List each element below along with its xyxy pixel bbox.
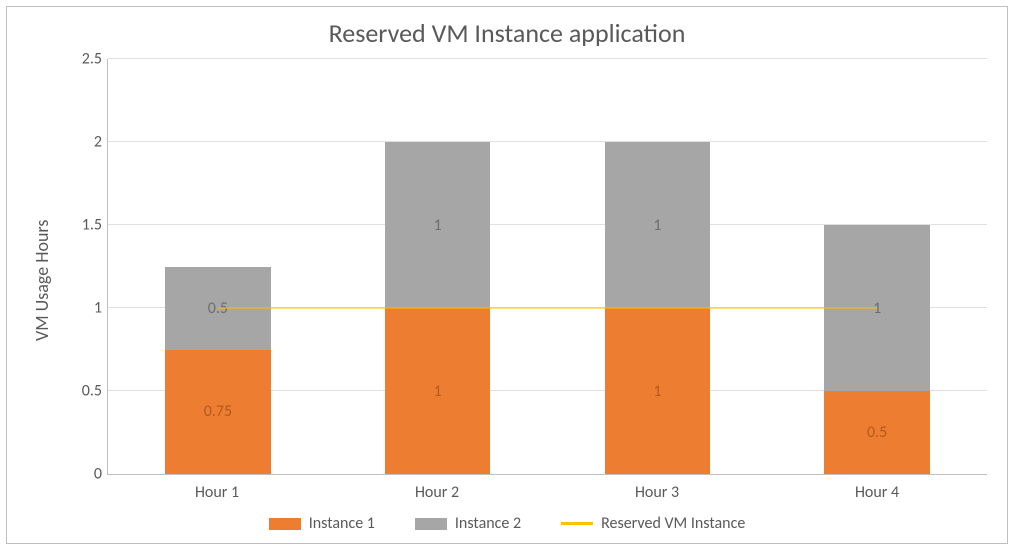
ytick: 1 <box>94 299 102 318</box>
xtick: Hour 3 <box>604 483 710 502</box>
bar-hour-4: 1 0.5 <box>824 59 929 474</box>
data-label: 0.5 <box>208 299 228 318</box>
data-label: 1 <box>434 216 442 235</box>
bar-seg-instance-1: 0.5 <box>824 391 929 474</box>
legend-line-icon <box>561 522 593 525</box>
data-label: 1 <box>434 382 442 401</box>
chart-title: Reserved VM Instance application <box>27 17 987 49</box>
data-label: 0.5 <box>867 423 887 442</box>
legend-swatch <box>415 518 447 530</box>
x-axis: Hour 1 Hour 2 Hour 3 Hour 4 <box>107 475 987 502</box>
bar-hour-2: 1 1 <box>385 59 490 474</box>
xtick: Hour 4 <box>824 483 930 502</box>
legend-label: Reserved VM Instance <box>601 514 745 533</box>
ytick: 2 <box>94 133 102 152</box>
legend-label: Instance 1 <box>309 514 375 533</box>
plot-row: VM Usage Hours 0 0.5 1 1.5 2 2.5 <box>27 59 987 502</box>
bar-seg-instance-1: 0.75 <box>165 350 270 475</box>
legend: Instance 1 Instance 2 Reserved VM Instan… <box>27 502 987 533</box>
ytick: 0 <box>94 465 102 484</box>
ytick: 0.5 <box>82 382 102 401</box>
y-axis-label: VM Usage Hours <box>27 59 57 502</box>
legend-label: Instance 2 <box>455 514 521 533</box>
chart-frame: Reserved VM Instance application VM Usag… <box>6 6 1008 544</box>
bar-hour-1: 0.5 0.75 <box>165 59 270 474</box>
plot-area: 0 0.5 1 1.5 2 2.5 0.5 <box>107 59 987 475</box>
bar-hour-3: 1 1 <box>605 59 710 474</box>
bar-seg-instance-1: 1 <box>385 308 490 474</box>
bar-seg-instance-2: 0.5 <box>165 267 270 350</box>
legend-item-instance-1: Instance 1 <box>269 514 375 533</box>
plot-wrap: 0 0.5 1 1.5 2 2.5 0.5 <box>57 59 987 502</box>
xtick: Hour 2 <box>384 483 490 502</box>
bar-seg-instance-1: 1 <box>605 308 710 474</box>
data-label: 1 <box>653 382 661 401</box>
bar-seg-instance-2: 1 <box>824 225 929 391</box>
data-label: 1 <box>653 216 661 235</box>
data-label: 0.75 <box>204 402 232 421</box>
xtick: Hour 1 <box>164 483 270 502</box>
bar-seg-instance-2: 1 <box>385 142 490 308</box>
legend-item-reserved: Reserved VM Instance <box>561 514 745 533</box>
ytick: 2.5 <box>82 50 102 69</box>
ytick: 1.5 <box>82 216 102 235</box>
bar-seg-instance-2: 1 <box>605 142 710 308</box>
bars-container: 0.5 0.75 1 1 1 1 1 0.5 <box>108 59 987 474</box>
y-ticks: 0 0.5 1 1.5 2 2.5 <box>58 59 102 474</box>
data-label: 1 <box>873 299 881 318</box>
legend-swatch <box>269 518 301 530</box>
legend-item-instance-2: Instance 2 <box>415 514 521 533</box>
